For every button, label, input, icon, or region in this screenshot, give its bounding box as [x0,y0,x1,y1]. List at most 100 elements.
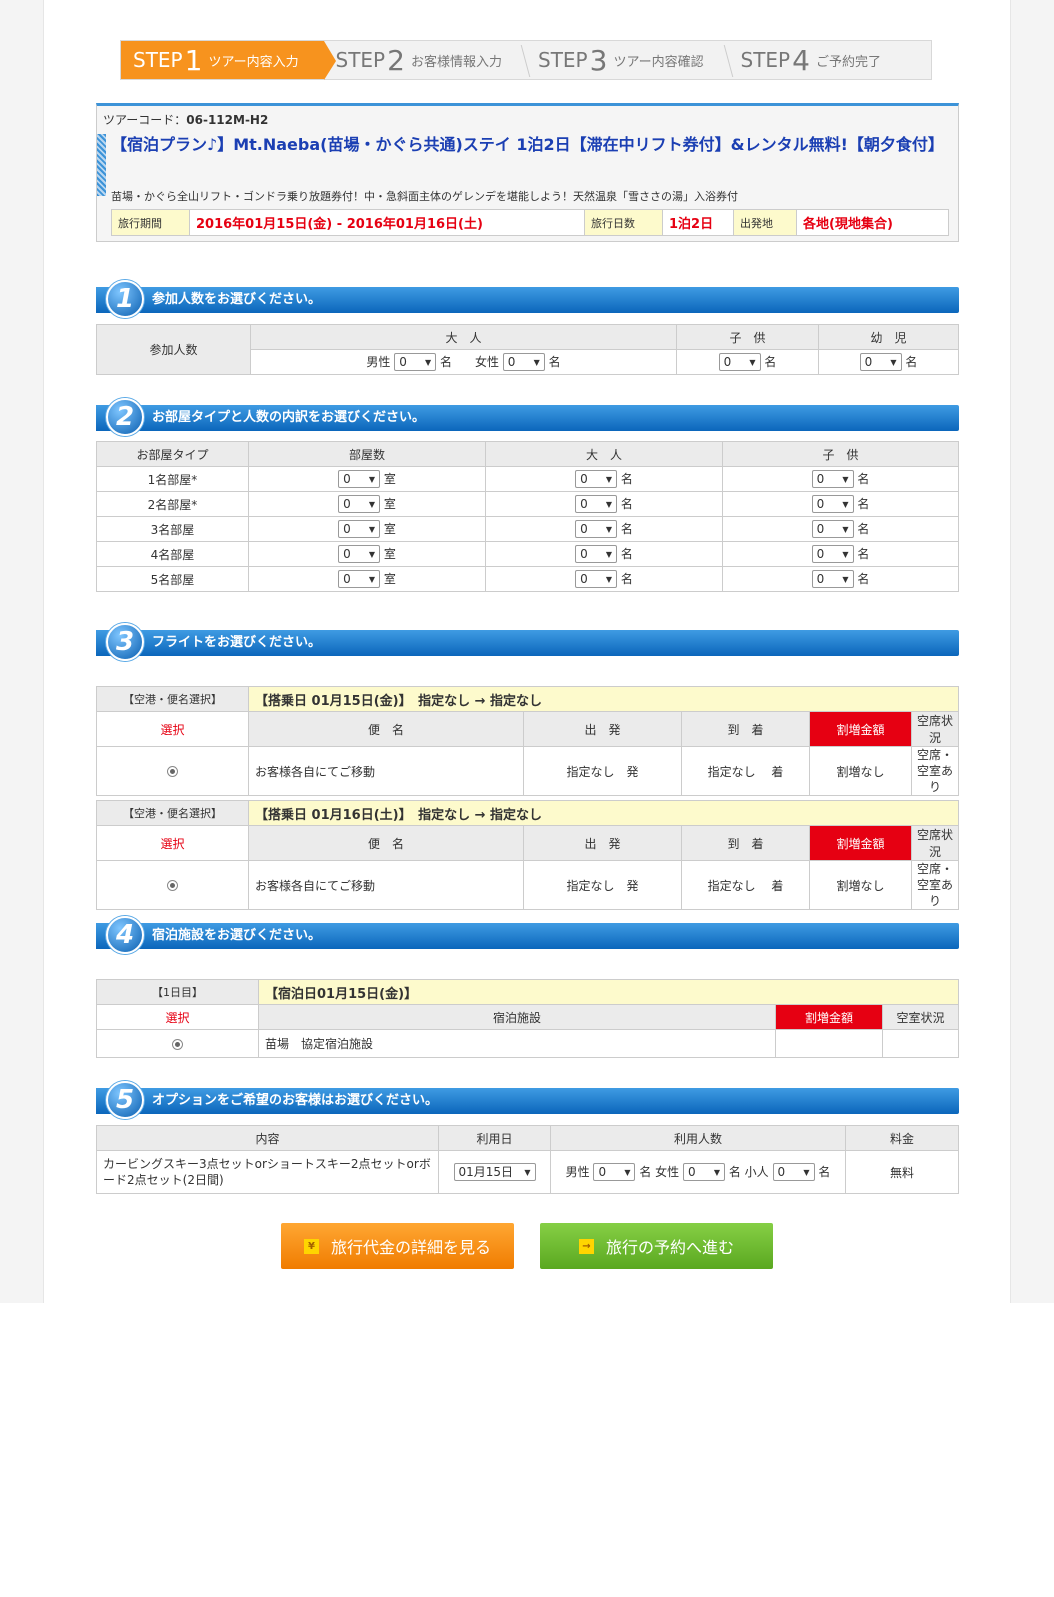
departure-value: 各地(現地集合) [803,217,893,232]
arrow-right-icon: → [578,1238,594,1254]
option-date-select[interactable]: 01月15日 [453,1163,536,1181]
section-header-participants: 1 参加人数をお選びください。 [96,280,959,318]
flight-col-select: 選択 [96,825,249,861]
room-child-select[interactable]: 0 [811,520,854,539]
male-count-select[interactable]: 0 [394,353,437,372]
participants-table: 参加人数 大 人 子 供 幼 児 男性 0 名 女性 0 名 0 名 0 名 [96,324,959,375]
flight-radio[interactable] [167,880,178,891]
room-count-select[interactable]: 0 [338,495,381,514]
infant-count-select[interactable]: 0 [859,353,902,372]
flight-col-arr: 到 着 [681,711,810,747]
hotel-radio[interactable] [172,1038,183,1050]
price-detail-button[interactable]: ¥ 旅行代金の詳細を見る [281,1223,514,1269]
flight-row: お客様各自にてご移動 指定なし 発 指定なし 着 割増なし 空席・空室あり [96,860,959,910]
step-4: STEP 4 ご予約完了 [740,43,881,77]
room-child-select[interactable]: 0 [811,470,854,489]
room-adult-select[interactable]: 0 [575,495,618,514]
room-adult-select[interactable]: 0 [575,545,618,564]
child-count-select[interactable]: 0 [718,353,761,372]
flight-radio[interactable] [167,766,178,777]
yen-icon: ¥ [303,1238,319,1254]
flight-col-extra: 割増金額 [809,825,912,861]
room-child-select[interactable]: 0 [811,545,854,564]
room-child-select[interactable]: 0 [811,495,854,514]
section-number-badge: 1 [106,280,144,318]
flight-col-status: 空席状況 [911,825,959,861]
female-count-select[interactable]: 0 [502,353,545,372]
section-number-badge: 5 [106,1081,144,1119]
section-number-badge: 3 [106,623,144,661]
tour-summary: ツアーコード：06-112M-H2 【宿泊プラン♪】Mt.Naeba(苗場・かぐ… [96,103,959,242]
hotel-col-extra: 割増金額 [775,1004,883,1030]
proceed-booking-button[interactable]: → 旅行の予約へ進む [540,1223,773,1269]
room-count-select[interactable]: 0 [338,545,381,564]
child-cell: 0 名 [676,349,819,375]
option-male-select[interactable]: 0 [593,1163,636,1182]
hotel-table: 【1日目】 【宿泊日01月15日(金)】 選択 宿泊施設 割増金額 空室状況 苗… [96,979,959,1058]
hotel-date: 【宿泊日01月15日(金)】 [258,979,959,1005]
section-number-badge: 4 [106,916,144,954]
flight-col-dep: 出 発 [523,711,682,747]
flight-col-arr: 到 着 [681,825,810,861]
room-count-header: 部屋数 [248,441,486,467]
child-header: 子 供 [676,324,819,350]
days-label: 旅行日数 [585,210,663,235]
room-row: 4名部屋 0 室 0 名 0 名 [96,541,959,567]
step-3: STEP 3 ツアー内容確認 [526,41,729,79]
section-header-rooms: 2 お部屋タイプと人数の内訳をお選びください。 [96,398,959,436]
room-row: 5名部屋 0 室 0 名 0 名 [96,566,959,592]
section-header-hotel: 4 宿泊施設をお選びください。 [96,916,959,954]
flight-col-name: 便 名 [248,825,524,861]
title-accent-bar [97,134,106,196]
hotel-col-status: 空室状況 [882,1004,959,1030]
option-col-price: 料金 [845,1125,959,1151]
period-value: 2016年01月15日(金) - 2016年01月16日(土) [190,210,585,235]
tour-title: 【宿泊プラン♪】Mt.Naeba(苗場・かぐら共通)ステイ 1泊2日【滞在中リフ… [111,135,944,154]
adult-cell: 男性 0 名 女性 0 名 [250,349,677,375]
participants-row-label: 参加人数 [96,324,251,375]
step-progress-bar: STEP 1 ツアー内容入力 STEP 2 お客様情報入力 STEP 3 ツアー内容確認 S… [120,40,932,80]
hotel-col-select: 選択 [96,1004,259,1030]
option-row: カービングスキー3点セットorショートスキー2点セットorボード2点セット(2日… [96,1150,959,1194]
hotel-col-name: 宿泊施設 [258,1004,776,1030]
room-adult-select[interactable]: 0 [575,520,618,539]
room-child-header: 子 供 [722,441,959,467]
days-value: 1泊2日 [663,210,734,235]
room-count-select[interactable]: 0 [338,520,381,539]
section-header-options: 5 オプションをご希望のお客様はお選びください。 [96,1081,959,1119]
flight-date: 【搭乗日 01月16日(土)】 指定なし → 指定なし [248,800,959,826]
infant-header: 幼 児 [818,324,959,350]
flight-table-return: 【空港・便名選択】 【搭乗日 01月16日(土)】 指定なし → 指定なし 選択… [96,800,959,910]
option-col-count: 利用人数 [550,1125,846,1151]
room-adult-select[interactable]: 0 [575,570,618,589]
room-adult-header: 大 人 [485,441,723,467]
flight-row: お客様各自にてご移動 指定なし 発 指定なし 着 割増なし 空席・空室あり [96,746,959,796]
section-number-badge: 2 [106,398,144,436]
hotel-day-label: 【1日目】 [96,979,259,1005]
room-count-select[interactable]: 0 [338,470,381,489]
step-2: STEP 2 お客様情報入力 [324,41,527,79]
room-row: 2名部屋* 0 室 0 名 0 名 [96,491,959,517]
flight-col-status: 空席状況 [911,711,959,747]
options-table: 内容 利用日 利用人数 料金 カービングスキー3点セットorショートスキー2点セ… [96,1125,959,1194]
room-type-header: お部屋タイプ [96,441,249,467]
room-count-select[interactable]: 0 [338,570,381,589]
step-1: STEP 1 ツアー内容入力 [121,41,335,80]
departure-label: 出発地 [734,210,797,235]
room-child-select[interactable]: 0 [811,570,854,589]
flight-col-extra: 割増金額 [809,711,912,747]
room-row: 1名部屋* 0 室 0 名 0 名 [96,466,959,492]
flight-select-label: 【空港・便名選択】 [96,800,249,826]
adult-header: 大 人 [250,324,677,350]
option-kid-select[interactable]: 0 [772,1163,815,1182]
option-female-select[interactable]: 0 [683,1163,725,1182]
flight-table-outbound: 【空港・便名選択】 【搭乗日 01月15日(金)】 指定なし → 指定なし 選択… [96,686,959,796]
option-price: 無料 [845,1150,959,1194]
room-adult-select[interactable]: 0 [575,470,618,489]
page-side-right [1010,0,1054,1303]
tour-subtitle: 苗場・かぐら全山リフト・ゴンドラ乗り放題券付！中・急斜面主体のゲレンデを堪能しよ… [111,190,738,203]
flight-select-label: 【空港・便名選択】 [96,686,249,712]
flight-col-name: 便 名 [248,711,524,747]
room-row: 3名部屋 0 室 0 名 0 名 [96,516,959,542]
page-side-left [0,0,44,1303]
